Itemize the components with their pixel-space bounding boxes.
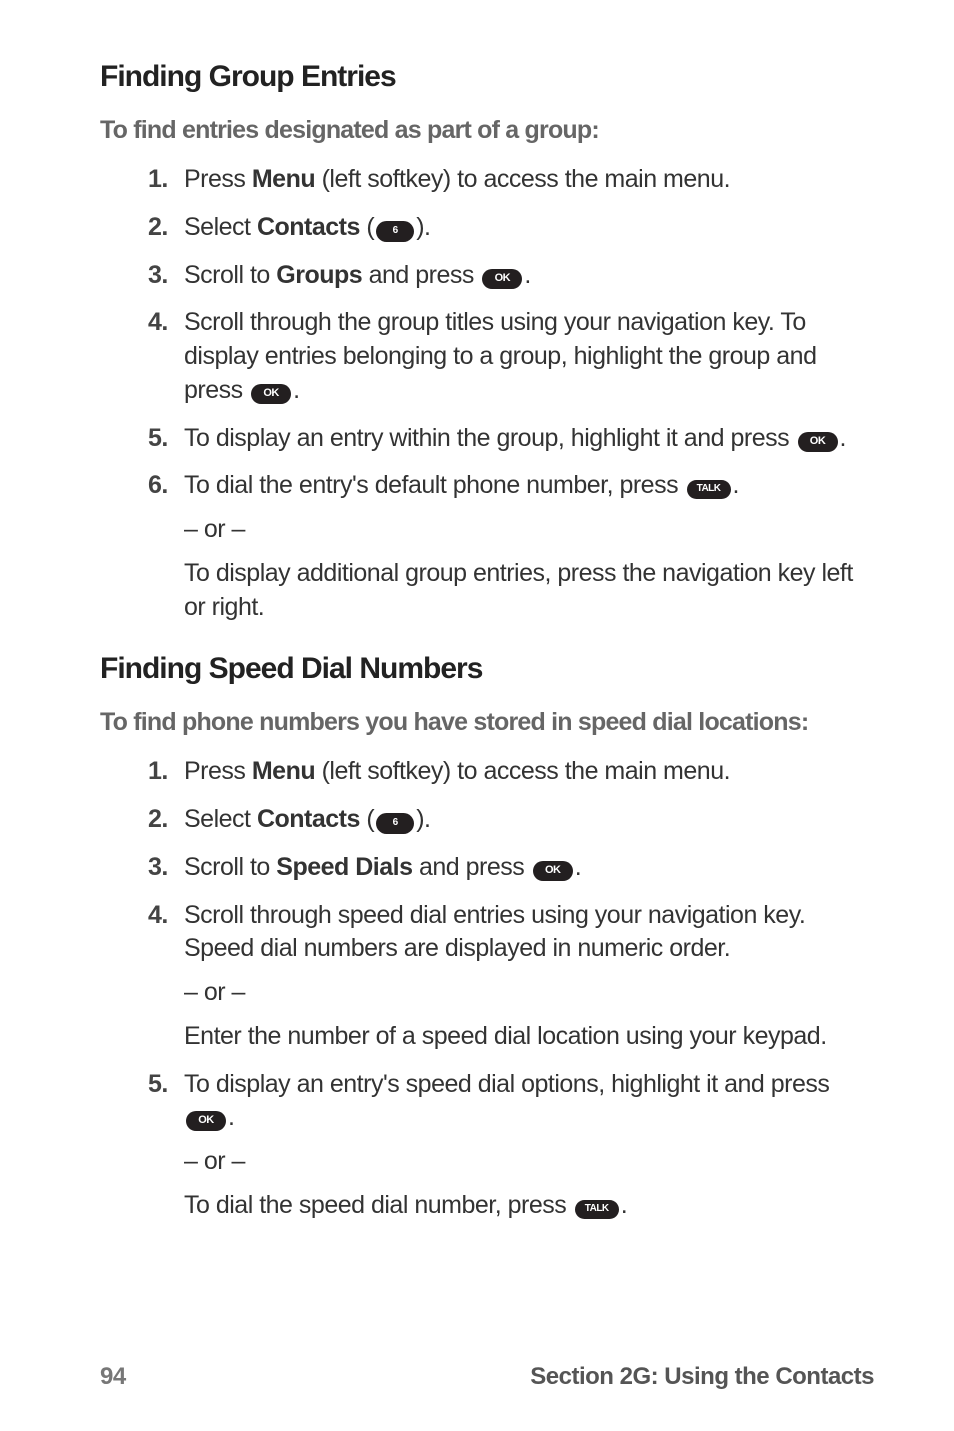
step-4: 4. Scroll through the group titles using… [148, 306, 874, 407]
step-bold: Menu [252, 757, 315, 785]
step-number: 4. [148, 306, 168, 340]
step-text-close: . [524, 261, 530, 289]
key-6-icon: 6 [376, 221, 414, 242]
step-extra: To dial the speed dial number, press TAL… [184, 1189, 874, 1223]
step-extra: Enter the number of a speed dial locatio… [184, 1020, 874, 1054]
step-text: To display an entry's speed dial options… [184, 1070, 829, 1098]
step-text-pre: Select [184, 213, 257, 241]
step-text-open: ( [360, 805, 374, 833]
or-divider: – or – [184, 513, 874, 547]
step-number: 5. [148, 422, 168, 456]
step-text-close: . [840, 424, 846, 452]
key-6-icon: 6 [376, 813, 414, 834]
step-3: 3. Scroll to Speed Dials and press OK. [148, 851, 874, 885]
step-text-close: . [733, 471, 739, 499]
key-talk-icon: TALK [575, 1200, 619, 1219]
step-text-pre: Scroll to [184, 853, 276, 881]
step-bold: Contacts [257, 213, 360, 241]
step-text-post: (left softkey) to access the main menu. [315, 165, 730, 193]
step-text: To display an entry within the group, hi… [184, 424, 796, 452]
step-text-close: ). [416, 213, 430, 241]
extra-post: . [621, 1191, 627, 1219]
step-number: 3. [148, 851, 168, 885]
step-text-close: . [228, 1103, 234, 1131]
page-number: 94 [100, 1363, 126, 1391]
step-number: 5. [148, 1068, 168, 1102]
step-text-close: . [293, 376, 299, 404]
step-text: Scroll through speed dial entries using … [184, 901, 805, 963]
step-bold: Speed Dials [276, 853, 412, 881]
step-extra: To display additional group entries, pre… [184, 557, 874, 625]
step-bold: Groups [276, 261, 362, 289]
step-bold: Menu [252, 165, 315, 193]
step-2: 2. Select Contacts (6). [148, 211, 874, 245]
step-number: 2. [148, 803, 168, 837]
step-1: 1. Press Menu (left softkey) to access t… [148, 755, 874, 789]
step-text-open: and press [413, 853, 531, 881]
key-ok-icon: OK [186, 1111, 226, 1131]
or-divider: – or – [184, 976, 874, 1010]
step-2: 2. Select Contacts (6). [148, 803, 874, 837]
or-divider: – or – [184, 1145, 874, 1179]
step-text-pre: Press [184, 165, 252, 193]
step-text-open: ( [360, 213, 374, 241]
step-bold: Contacts [257, 805, 360, 833]
subheading-speed: To find phone numbers you have stored in… [100, 708, 874, 737]
key-ok-icon: OK [533, 861, 573, 881]
section-label: Section 2G: Using the Contacts [530, 1363, 874, 1391]
step-5: 5. To display an entry within the group,… [148, 422, 874, 456]
steps-group: 1. Press Menu (left softkey) to access t… [100, 163, 874, 624]
step-number: 6. [148, 469, 168, 503]
key-ok-icon: OK [798, 432, 838, 452]
step-5: 5. To display an entry's speed dial opti… [148, 1068, 874, 1223]
step-text-close: . [575, 853, 581, 881]
step-number: 3. [148, 259, 168, 293]
heading-speed-dial: Finding Speed Dial Numbers [100, 652, 874, 686]
key-ok-icon: OK [251, 384, 291, 404]
step-text-close: ). [416, 805, 430, 833]
step-4: 4. Scroll through speed dial entries usi… [148, 899, 874, 1054]
key-talk-icon: TALK [687, 480, 731, 499]
step-text-pre: Select [184, 805, 257, 833]
step-text-pre: Press [184, 757, 252, 785]
step-text-open: and press [362, 261, 480, 289]
step-number: 1. [148, 755, 168, 789]
page-footer: 94 Section 2G: Using the Contacts [100, 1363, 874, 1391]
heading-group-entries: Finding Group Entries [100, 60, 874, 94]
step-number: 2. [148, 211, 168, 245]
step-text: To dial the entry's default phone number… [184, 471, 685, 499]
step-text-post: (left softkey) to access the main menu. [315, 757, 730, 785]
extra-pre: To dial the speed dial number, press [184, 1191, 573, 1219]
step-1: 1. Press Menu (left softkey) to access t… [148, 163, 874, 197]
step-number: 1. [148, 163, 168, 197]
step-3: 3. Scroll to Groups and press OK. [148, 259, 874, 293]
key-ok-icon: OK [482, 269, 522, 289]
steps-speed: 1. Press Menu (left softkey) to access t… [100, 755, 874, 1222]
subheading-group: To find entries designated as part of a … [100, 116, 874, 145]
step-text-pre: Scroll to [184, 261, 276, 289]
step-number: 4. [148, 899, 168, 933]
step-6: 6. To dial the entry's default phone num… [148, 469, 874, 624]
